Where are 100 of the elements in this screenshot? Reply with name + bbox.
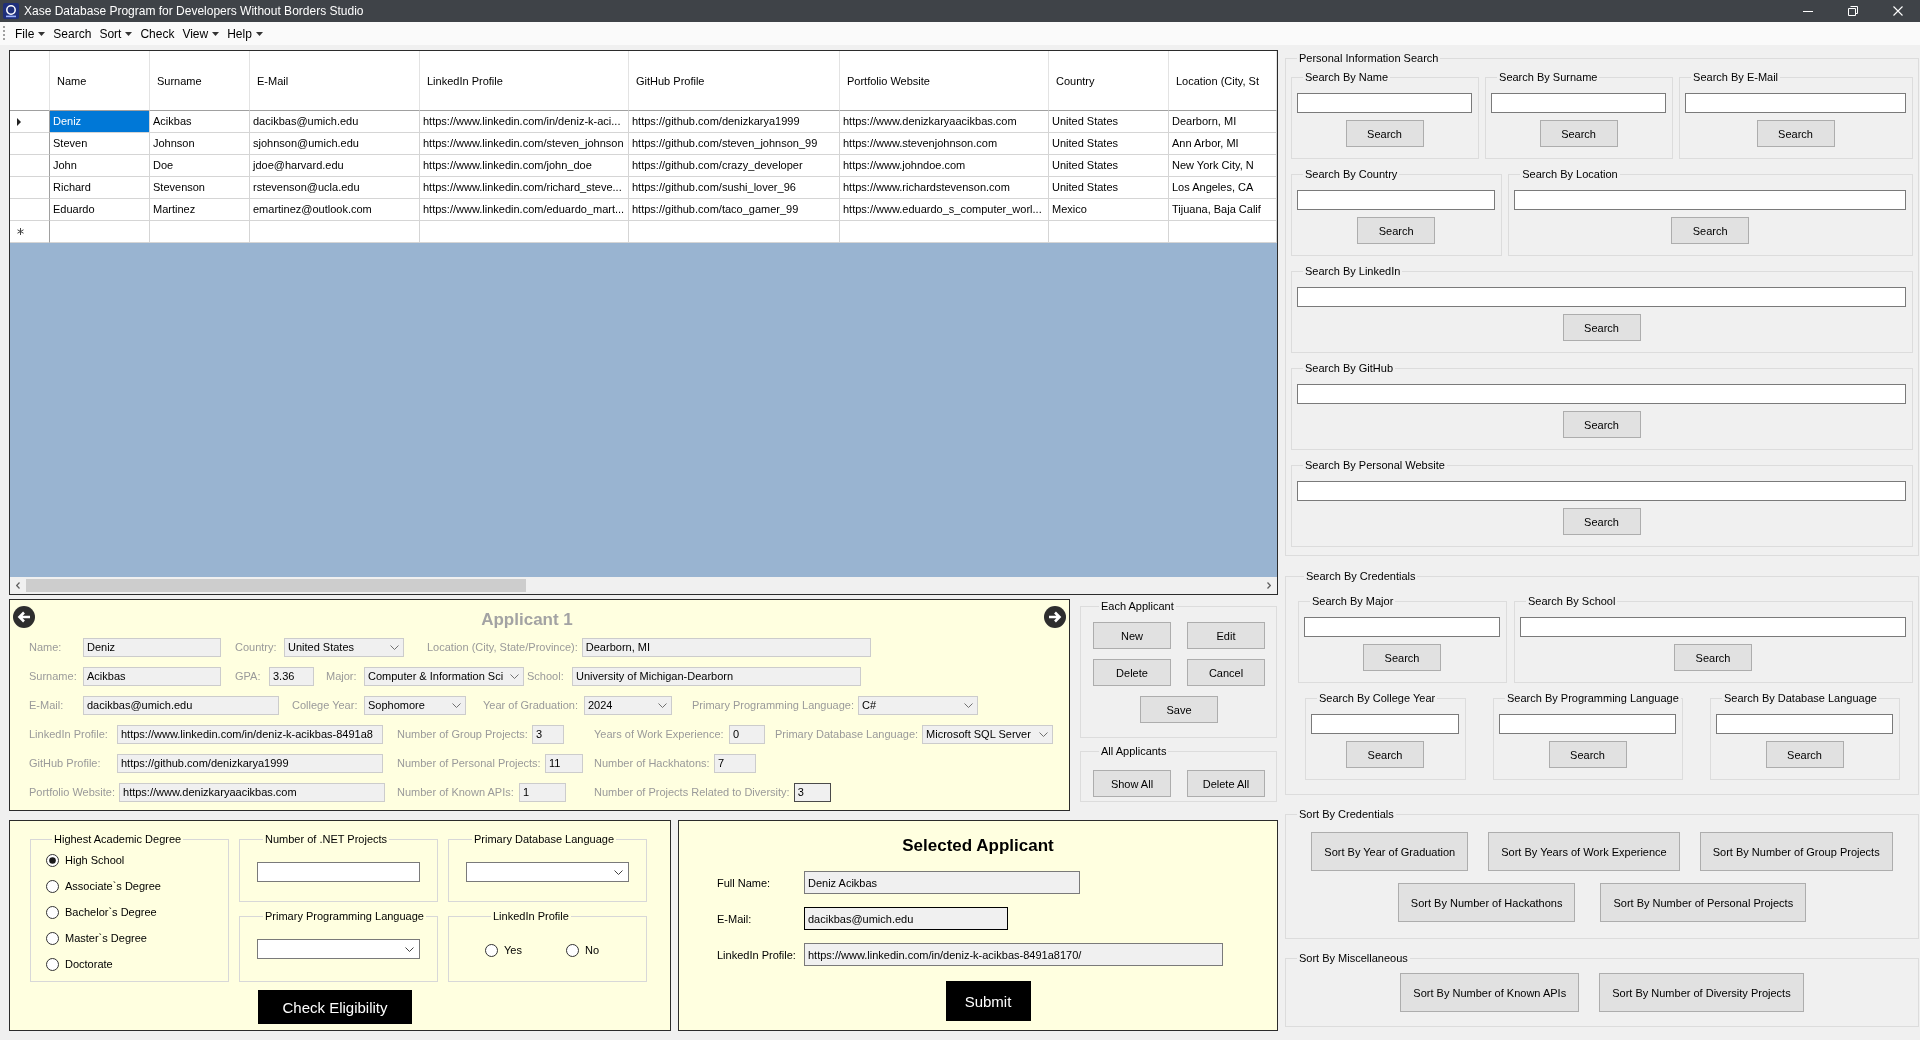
radio-button[interactable] [485, 943, 498, 957]
radio-button[interactable] [46, 905, 59, 919]
search-button[interactable]: Search [1674, 644, 1752, 671]
radio-label[interactable]: Associate`s Degree [65, 880, 161, 892]
search-field[interactable] [1685, 93, 1906, 113]
column-header[interactable]: Location (City, St [1169, 51, 1277, 111]
search-field[interactable] [1514, 190, 1906, 210]
action-button[interactable]: Delete All [1187, 770, 1265, 797]
table-cell[interactable] [50, 221, 150, 243]
search-button[interactable]: Search [1363, 644, 1441, 671]
table-cell[interactable] [1049, 221, 1169, 243]
search-button[interactable]: Search [1548, 741, 1627, 768]
row-header[interactable] [10, 199, 50, 221]
menu-item[interactable]: File [11, 23, 50, 44]
row-header[interactable] [10, 155, 50, 177]
text-field[interactable]: Deniz Acikbas [804, 871, 1080, 894]
sort-button[interactable]: Sort By Number of Diversity Projects [1599, 973, 1804, 1012]
field-label: Surname: [29, 670, 78, 682]
search-field[interactable] [1297, 481, 1906, 501]
radio-label[interactable]: High School [65, 854, 125, 866]
search-button[interactable]: Search [1346, 741, 1424, 768]
search-field[interactable] [1297, 190, 1496, 210]
search-field[interactable] [1716, 714, 1893, 734]
column-header[interactable]: Surname [150, 51, 250, 111]
check-eligibility-button[interactable]: Check Eligibility [258, 990, 412, 1024]
section-title: Sort By Credentials [1298, 807, 1395, 821]
search-button[interactable]: Search [1671, 217, 1750, 244]
search-field[interactable] [1297, 93, 1473, 113]
radio-button[interactable] [46, 879, 59, 893]
row-header[interactable] [10, 133, 50, 155]
column-header[interactable]: Portfolio Website [840, 51, 1049, 111]
radio-button[interactable] [46, 931, 59, 945]
search-field[interactable] [1491, 93, 1667, 113]
radio-label[interactable]: Bachelor`s Degree [65, 906, 157, 918]
table-cell: https://www.richardstevenson.com [840, 177, 1049, 199]
search-field[interactable] [1297, 384, 1906, 404]
field-label: Number of Group Projects: [397, 728, 529, 740]
action-button[interactable]: Cancel [1187, 659, 1265, 686]
field-label: Number of Personal Projects: [397, 757, 542, 769]
group-title: Search By LinkedIn [1304, 264, 1402, 278]
menu-item[interactable]: View [178, 23, 224, 44]
text-field[interactable]: https://www.linkedin.com/in/deniz-k-acikbas-8491a8170/ [804, 943, 1223, 966]
search-field[interactable] [1499, 714, 1676, 734]
table-cell[interactable] [150, 221, 250, 243]
action-button[interactable]: Show All [1093, 770, 1171, 797]
column-header[interactable]: E-Mail [250, 51, 420, 111]
menu-item[interactable]: Sort [95, 23, 137, 44]
table-cell[interactable] [840, 221, 1049, 243]
search-button[interactable]: Search [1345, 120, 1424, 147]
horizontal-scrollbar[interactable] [10, 577, 1277, 594]
search-button[interactable]: Search [1539, 120, 1618, 147]
submit-button[interactable]: Submit [945, 981, 1031, 1021]
search-button[interactable]: Search [1765, 741, 1844, 768]
scrollbar-thumb[interactable] [26, 579, 526, 592]
row-header[interactable] [10, 177, 50, 199]
radio-label[interactable]: Doctorate [65, 958, 113, 970]
dropdown-field[interactable] [257, 939, 420, 959]
dropdown-field[interactable] [466, 862, 629, 882]
menu-item[interactable]: Check [136, 23, 179, 44]
radio-label[interactable]: Master`s Degree [65, 932, 147, 944]
search-field[interactable] [1297, 287, 1906, 307]
action-button[interactable]: Edit [1187, 622, 1265, 649]
table-cell[interactable] [420, 221, 629, 243]
sort-button[interactable]: Sort By Number of Hackathons [1397, 883, 1576, 922]
row-header[interactable] [10, 221, 50, 243]
search-field[interactable] [1311, 714, 1459, 734]
radio-button[interactable] [46, 957, 59, 971]
radio-label[interactable]: No [584, 944, 599, 956]
search-button[interactable]: Search [1562, 508, 1641, 535]
table-cell: United States [1049, 133, 1169, 155]
column-header[interactable]: Country [1049, 51, 1169, 111]
table-cell: https://www.linkedin.com/richard_steve... [420, 177, 629, 199]
search-field[interactable] [1304, 617, 1500, 637]
action-button[interactable]: New [1093, 622, 1171, 649]
search-button[interactable]: Search [1756, 120, 1835, 147]
row-header[interactable] [10, 111, 50, 133]
sort-button[interactable]: Sort By Number of Known APIs [1400, 973, 1580, 1012]
search-button[interactable]: Search [1562, 314, 1641, 341]
column-header[interactable]: GitHub Profile [629, 51, 840, 111]
table-cell[interactable] [629, 221, 840, 243]
radio-label[interactable]: Yes [504, 944, 522, 956]
sort-button[interactable]: Sort By Years of Work Experience [1488, 832, 1680, 871]
sort-button[interactable]: Sort By Year of Graduation [1311, 832, 1469, 871]
search-button[interactable]: Search [1562, 411, 1641, 438]
menu-item[interactable]: Help [223, 23, 267, 44]
radio-button[interactable] [46, 853, 59, 867]
search-field[interactable] [1520, 617, 1906, 637]
menu-item[interactable]: Search [49, 23, 96, 44]
table-cell[interactable] [250, 221, 420, 243]
column-header[interactable]: Name [50, 51, 150, 111]
search-button[interactable]: Search [1357, 217, 1436, 244]
radio-button[interactable] [565, 943, 579, 957]
column-header[interactable]: LinkedIn Profile [420, 51, 629, 111]
action-button[interactable]: Delete [1093, 659, 1171, 686]
text-field[interactable] [257, 862, 420, 882]
sort-button[interactable]: Sort By Number of Personal Projects [1600, 883, 1807, 922]
table-cell[interactable] [1169, 221, 1277, 243]
text-field[interactable]: dacikbas@umich.edu [804, 907, 1008, 930]
action-button[interactable]: Save [1140, 696, 1218, 723]
sort-button[interactable]: Sort By Number of Group Projects [1699, 832, 1893, 871]
